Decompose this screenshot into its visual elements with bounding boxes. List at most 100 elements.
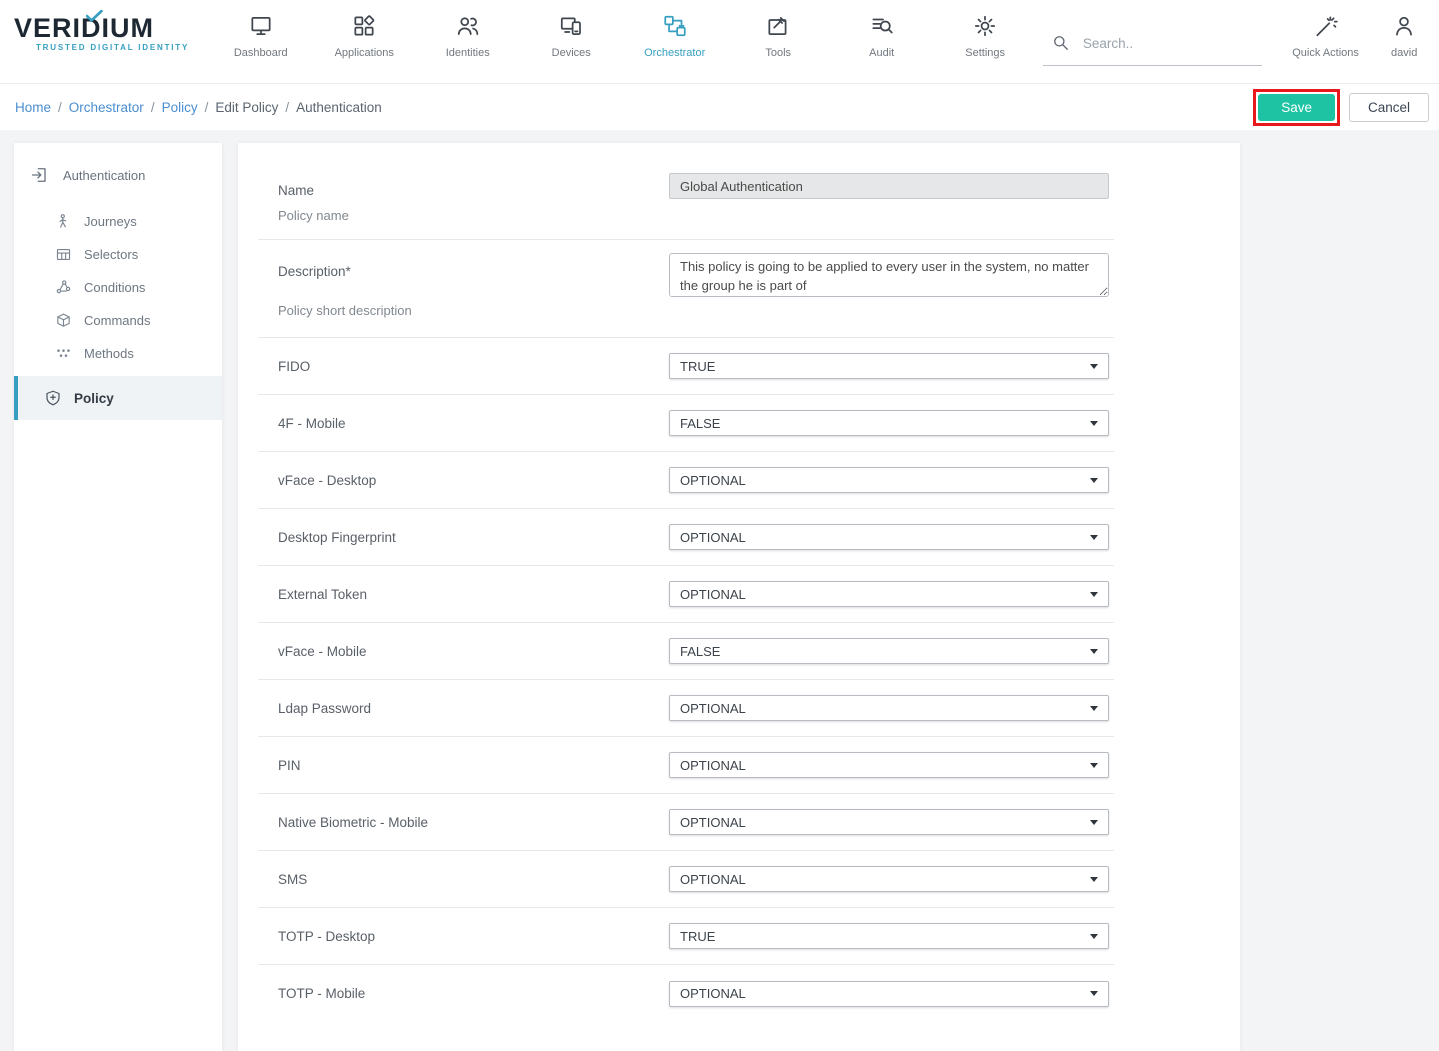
field-label: 4F - Mobile: [278, 416, 669, 431]
chevron-down-icon: [1090, 364, 1098, 369]
chevron-down-icon: [1090, 934, 1098, 939]
sidebar-section-label: Authentication: [63, 168, 145, 183]
brand-name: VERIDIUM: [14, 14, 209, 42]
quick-actions[interactable]: Quick Actions: [1276, 0, 1376, 59]
nav-identities[interactable]: Identities: [416, 0, 519, 59]
nav-label: Audit: [869, 47, 894, 59]
policy-shield-icon: [44, 389, 62, 407]
breadcrumb-separator: /: [205, 100, 209, 115]
brand-tagline: TRUSTED DIGITAL IDENTITY: [14, 43, 209, 52]
chevron-down-icon: [1090, 763, 1098, 768]
search-icon[interactable]: [1051, 33, 1071, 53]
search-input[interactable]: [1081, 35, 1246, 52]
field-label: FIDO: [278, 359, 669, 374]
select-sms[interactable]: OPTIONAL: [669, 866, 1109, 892]
select-value: OPTIONAL: [680, 530, 746, 545]
sidebar-item-journeys[interactable]: Journeys: [14, 205, 222, 238]
nav-audit[interactable]: Audit: [830, 0, 933, 59]
chevron-down-icon: [1090, 877, 1098, 882]
chevron-down-icon: [1090, 649, 1098, 654]
search-box: [1043, 21, 1262, 66]
nav-orchestrator[interactable]: Orchestrator: [623, 0, 726, 59]
journeys-icon: [55, 213, 72, 230]
select-desktop-fingerprint[interactable]: OPTIONAL: [669, 524, 1109, 550]
description-label: Description*: [278, 240, 669, 279]
cancel-button[interactable]: Cancel: [1349, 93, 1429, 122]
select-totp-mobile[interactable]: OPTIONAL: [669, 981, 1109, 1007]
identities-icon: [455, 13, 481, 39]
nav-settings[interactable]: Settings: [933, 0, 1036, 59]
sidebar-item-policy[interactable]: Policy: [14, 376, 222, 420]
sidebar: Authentication Journeys Selectors Condit…: [14, 143, 222, 1051]
select-value: FALSE: [680, 644, 720, 659]
dashboard-icon: [248, 13, 274, 39]
nav-label: Settings: [965, 47, 1005, 59]
breadcrumb: Home/Orchestrator/Policy/Edit Policy/Aut…: [15, 100, 382, 115]
nav-tools[interactable]: Tools: [726, 0, 829, 59]
policy-description-textarea[interactable]: This policy is going to be applied to ev…: [669, 253, 1109, 297]
nav-label: Identities: [446, 47, 490, 59]
select-4f-mobile[interactable]: FALSE: [669, 410, 1109, 436]
save-button[interactable]: Save: [1258, 94, 1335, 121]
sidebar-item-label: Policy: [74, 391, 114, 406]
sidebar-item-commands[interactable]: Commands: [14, 304, 222, 337]
select-external-token[interactable]: OPTIONAL: [669, 581, 1109, 607]
selectors-table-icon: [55, 246, 72, 263]
chevron-down-icon: [1090, 820, 1098, 825]
form-row: FIDO TRUE: [258, 338, 1114, 395]
breadcrumb-separator: /: [151, 100, 155, 115]
page-actions: Save Cancel: [1253, 89, 1429, 126]
sidebar-item-conditions[interactable]: Conditions: [14, 271, 222, 304]
breadcrumb-policy[interactable]: Policy: [162, 100, 198, 115]
sidebar-item-methods[interactable]: Methods: [14, 337, 222, 370]
select-native-biometric-mobile[interactable]: OPTIONAL: [669, 809, 1109, 835]
form-row: Ldap Password OPTIONAL: [258, 680, 1114, 737]
quick-actions-label: Quick Actions: [1292, 47, 1359, 59]
breadcrumb-orchestrator[interactable]: Orchestrator: [69, 100, 144, 115]
chevron-down-icon: [1090, 478, 1098, 483]
field-label: Ldap Password: [278, 701, 669, 716]
chevron-down-icon: [1090, 535, 1098, 540]
user-menu[interactable]: david: [1377, 0, 1431, 59]
form-row: SMS OPTIONAL: [258, 851, 1114, 908]
select-pin[interactable]: OPTIONAL: [669, 752, 1109, 778]
select-value: OPTIONAL: [680, 758, 746, 773]
select-totp-desktop[interactable]: TRUE: [669, 923, 1109, 949]
sidebar-item-label: Journeys: [84, 214, 137, 229]
policy-name-input[interactable]: [669, 173, 1109, 199]
devices-icon: [558, 13, 584, 39]
select-value: TRUE: [680, 929, 715, 944]
audit-icon: [869, 13, 895, 39]
nav-label: Orchestrator: [644, 47, 705, 59]
brand-logo[interactable]: VERIDIUM TRUSTED DIGITAL IDENTITY: [0, 0, 209, 52]
sidebar-item-label: Selectors: [84, 247, 138, 262]
commands-cube-icon: [55, 312, 72, 329]
nav-applications[interactable]: Applications: [313, 0, 416, 59]
breadcrumb-separator: /: [285, 100, 289, 115]
breadcrumb-bar: Home/Orchestrator/Policy/Edit Policy/Aut…: [0, 84, 1439, 130]
user-name: david: [1391, 47, 1417, 59]
select-fido[interactable]: TRUE: [669, 353, 1109, 379]
select-value: OPTIONAL: [680, 701, 746, 716]
field-label: TOTP - Mobile: [278, 986, 669, 1001]
select-vface-desktop[interactable]: OPTIONAL: [669, 467, 1109, 493]
select-vface-mobile[interactable]: FALSE: [669, 638, 1109, 664]
name-sublabel: Policy name: [278, 208, 669, 223]
conditions-flow-icon: [55, 279, 72, 296]
methods-dots-icon: [55, 345, 72, 362]
nav-dashboard[interactable]: Dashboard: [209, 0, 312, 59]
nav-devices[interactable]: Devices: [519, 0, 622, 59]
chevron-down-icon: [1090, 592, 1098, 597]
field-label: Native Biometric - Mobile: [278, 815, 669, 830]
sidebar-item-label: Commands: [84, 313, 150, 328]
sidebar-item-label: Conditions: [84, 280, 145, 295]
select-ldap-password[interactable]: OPTIONAL: [669, 695, 1109, 721]
sidebar-item-selectors[interactable]: Selectors: [14, 238, 222, 271]
select-value: OPTIONAL: [680, 872, 746, 887]
settings-gear-icon: [972, 13, 998, 39]
form-row-name: Name Policy name: [258, 143, 1114, 240]
sidebar-list: Journeys Selectors Conditions Commands: [14, 205, 222, 370]
login-arrow-icon: [30, 165, 50, 185]
sidebar-section-authentication[interactable]: Authentication: [14, 143, 222, 185]
breadcrumb-home[interactable]: Home: [15, 100, 51, 115]
